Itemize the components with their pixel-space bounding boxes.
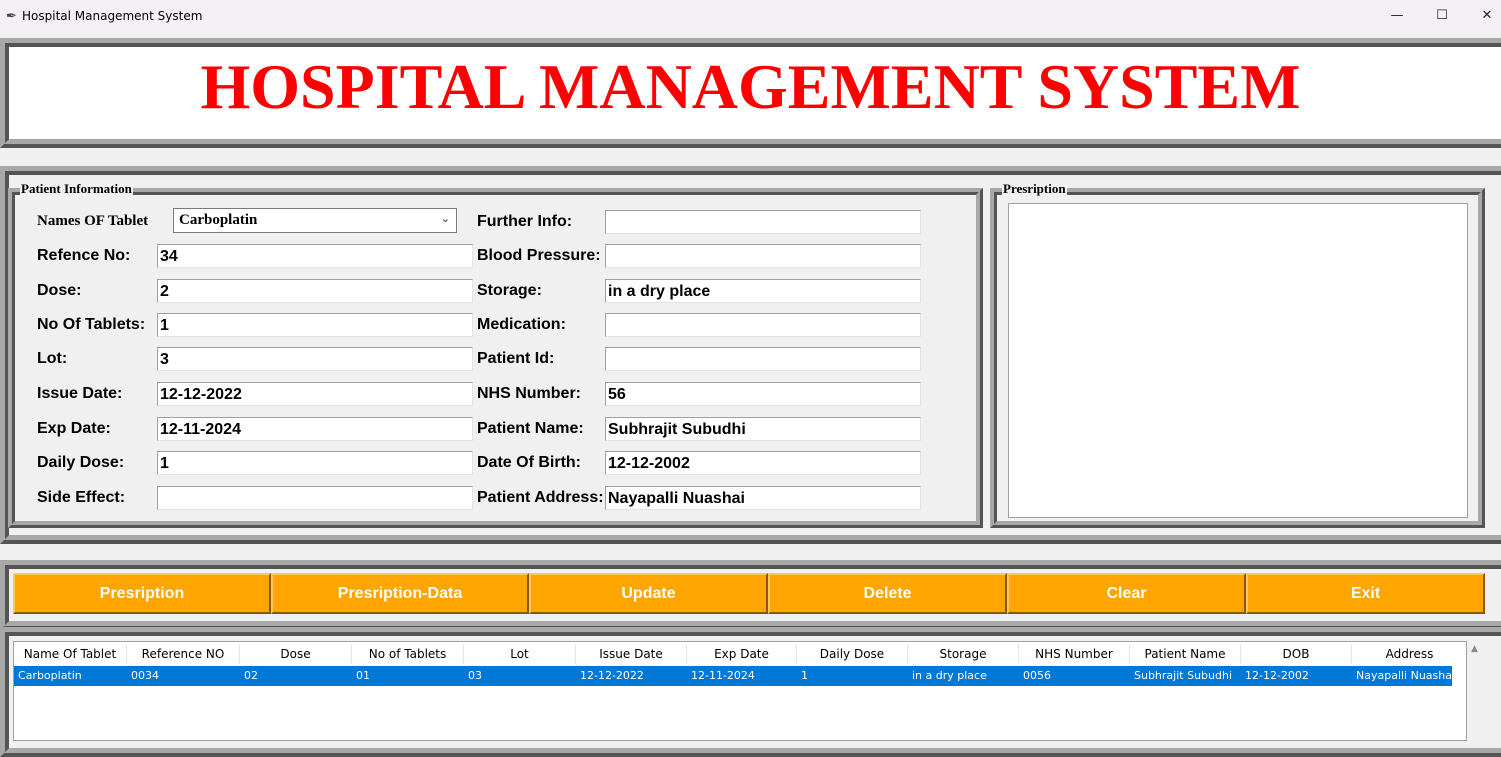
- date-of-birth-label: Date Of Birth:: [477, 454, 581, 471]
- column-header-address[interactable]: Address: [1352, 644, 1466, 664]
- daily-dose-field[interactable]: 1: [157, 451, 473, 475]
- reference-no-field[interactable]: 34: [157, 244, 473, 268]
- page-title: HOSPITAL MANAGEMENT SYSTEM: [200, 51, 1301, 122]
- maximize-button[interactable]: ☐: [1420, 4, 1464, 28]
- date-of-birth-field[interactable]: 12-12-2002: [605, 451, 921, 475]
- prescription-textarea[interactable]: [1008, 203, 1468, 518]
- column-header-issue-date[interactable]: Issue Date: [576, 644, 687, 664]
- delete-button[interactable]: Delete: [768, 573, 1007, 614]
- lot-label: Lot:: [37, 350, 68, 367]
- chevron-down-icon[interactable]: ⌄: [441, 212, 450, 225]
- window-title: Hospital Management System: [22, 9, 203, 23]
- cell-no-of-tablets: 01: [356, 669, 370, 682]
- issue-date-field[interactable]: 12-12-2022: [157, 382, 473, 406]
- column-header-dose[interactable]: Dose: [240, 644, 352, 664]
- medication-field[interactable]: [605, 313, 921, 337]
- tablet-name-value: Carboplatin: [179, 212, 258, 228]
- cell-reference-no: 0034: [131, 669, 159, 682]
- patient-id-label: Patient Id:: [477, 350, 555, 367]
- cell-nhs-number: 0056: [1023, 669, 1051, 682]
- cell-address: Nayapalli Nuashai: [1356, 669, 1452, 682]
- dose-label: Dose:: [37, 282, 82, 299]
- scroll-up-arrow-icon[interactable]: ▲: [1471, 644, 1478, 654]
- cell-name-of-tablet: Carboplatin: [18, 669, 82, 682]
- further-info-label: Further Info:: [477, 213, 573, 230]
- patient-name-field[interactable]: Subhrajit Subudhi: [605, 417, 921, 441]
- column-header-exp-date[interactable]: Exp Date: [687, 644, 797, 664]
- prescription-group-title: Presription: [1002, 181, 1067, 197]
- prescription-data-button[interactable]: Presription-Data: [271, 573, 529, 614]
- storage-field[interactable]: in a dry place: [605, 279, 921, 303]
- side-effect-label: Side Effect:: [37, 489, 126, 506]
- cell-dob: 12-12-2002: [1245, 669, 1309, 682]
- lot-field[interactable]: 3: [157, 347, 473, 371]
- column-header-daily-dose[interactable]: Daily Dose: [797, 644, 908, 664]
- window-titlebar: ✒ Hospital Management System — ☐ ✕: [0, 0, 1501, 32]
- daily-dose-label: Daily Dose:: [37, 454, 125, 471]
- minimize-button[interactable]: —: [1375, 4, 1419, 28]
- column-header-reference-no[interactable]: Reference NO: [127, 644, 240, 664]
- cell-lot: 03: [468, 669, 482, 682]
- table-vertical-scrollbar[interactable]: ▲: [1467, 641, 1485, 741]
- cell-exp-date: 12-11-2024: [691, 669, 755, 682]
- column-header-lot[interactable]: Lot: [464, 644, 576, 664]
- exp-date-field[interactable]: 12-11-2024: [157, 417, 473, 441]
- column-header-nhs-number[interactable]: NHS Number: [1019, 644, 1130, 664]
- patient-information-title: Patient Information: [20, 181, 133, 197]
- nhs-number-label: NHS Number:: [477, 385, 582, 402]
- column-header-dob[interactable]: DOB: [1241, 644, 1352, 664]
- cell-daily-dose: 1: [801, 669, 808, 682]
- no-of-tablets-label: No Of Tablets:: [37, 316, 146, 333]
- dose-field[interactable]: 2: [157, 279, 473, 303]
- blood-pressure-field[interactable]: [605, 244, 921, 268]
- no-of-tablets-field[interactable]: 1: [157, 313, 473, 337]
- update-button[interactable]: Update: [529, 573, 768, 614]
- tablet-name-select[interactable]: Carboplatin ⌄: [173, 208, 457, 233]
- clear-button[interactable]: Clear: [1007, 573, 1246, 614]
- storage-label: Storage:: [477, 282, 542, 299]
- cell-issue-date: 12-12-2022: [580, 669, 644, 682]
- tablet-name-label: Names OF Tablet: [37, 213, 149, 229]
- prescription-button[interactable]: Presription: [13, 573, 271, 614]
- medication-label: Medication:: [477, 316, 566, 333]
- nhs-number-field[interactable]: 56: [605, 382, 921, 406]
- exp-date-label: Exp Date:: [37, 420, 111, 437]
- column-header-storage[interactable]: Storage: [908, 644, 1019, 664]
- patient-id-field[interactable]: [605, 347, 921, 371]
- column-header-no-of-tablets[interactable]: No of Tablets: [352, 644, 464, 664]
- cell-dose: 02: [244, 669, 258, 682]
- cell-storage: in a dry place: [912, 669, 987, 682]
- feather-icon: ✒: [6, 8, 17, 23]
- reference-no-label: Refence No:: [37, 247, 131, 264]
- blood-pressure-label: Blood Pressure:: [477, 247, 601, 264]
- records-table[interactable]: Name Of Tablet Reference NO Dose No of T…: [13, 641, 1467, 741]
- side-effect-field[interactable]: [157, 486, 473, 510]
- issue-date-label: Issue Date:: [37, 385, 123, 402]
- exit-button[interactable]: Exit: [1246, 573, 1485, 614]
- patient-address-label: Patient Address:: [477, 489, 604, 506]
- column-header-patient-name[interactable]: Patient Name: [1130, 644, 1241, 664]
- table-row[interactable]: Carboplatin 0034 02 01 03 12-12-2022 12-…: [14, 666, 1452, 686]
- close-button[interactable]: ✕: [1465, 4, 1501, 28]
- cell-patient-name: Subhrajit Subudhi: [1134, 669, 1233, 682]
- further-info-field[interactable]: [605, 210, 921, 234]
- column-header-name-of-tablet[interactable]: Name Of Tablet: [14, 644, 127, 664]
- patient-name-label: Patient Name:: [477, 420, 584, 437]
- patient-address-field[interactable]: Nayapalli Nuashai: [605, 486, 921, 510]
